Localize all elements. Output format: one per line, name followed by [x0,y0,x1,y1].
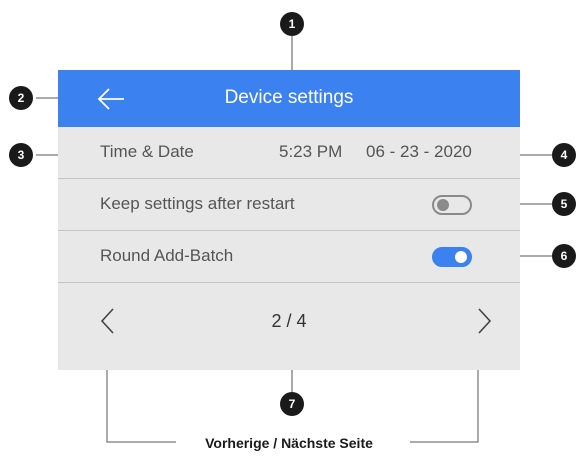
callout-1: 1 [280,12,304,36]
toggle-knob [455,251,467,263]
row-time-date[interactable]: Time & Date 5:23 PM 06 - 23 - 2020 [58,127,520,179]
toggle-knob [437,199,449,211]
row-round-add-batch: Round Add-Batch [58,231,520,283]
round-add-batch-toggle[interactable] [432,247,472,267]
callout-6: 6 [552,244,576,268]
chevron-right-icon[interactable] [472,306,496,336]
row-keep-settings: Keep settings after restart [58,179,520,231]
callout-2: 2 [9,86,33,110]
page-title: Device settings [224,87,354,108]
callout-5: 5 [552,192,576,216]
time-value: 5:23 PM [279,142,343,161]
date-value: 06 - 23 - 2020 [366,142,472,161]
row-label-time-date: Time & Date [100,142,194,161]
callout-7: 7 [280,392,304,416]
row-label-round-add-batch: Round Add-Batch [100,246,234,265]
callout-4: 4 [552,143,576,167]
keep-settings-toggle[interactable] [432,195,472,215]
device-screen: Device settings Time & Date 5:23 PM 06 -… [58,70,520,370]
row-label-keep-settings: Keep settings after restart [100,194,295,213]
page-indicator: 2 / 4 [271,311,307,331]
header-bar: Device settings [58,70,520,127]
callout-3: 3 [9,143,33,167]
pager-caption: Vorherige / Nächste Seite [205,435,373,451]
